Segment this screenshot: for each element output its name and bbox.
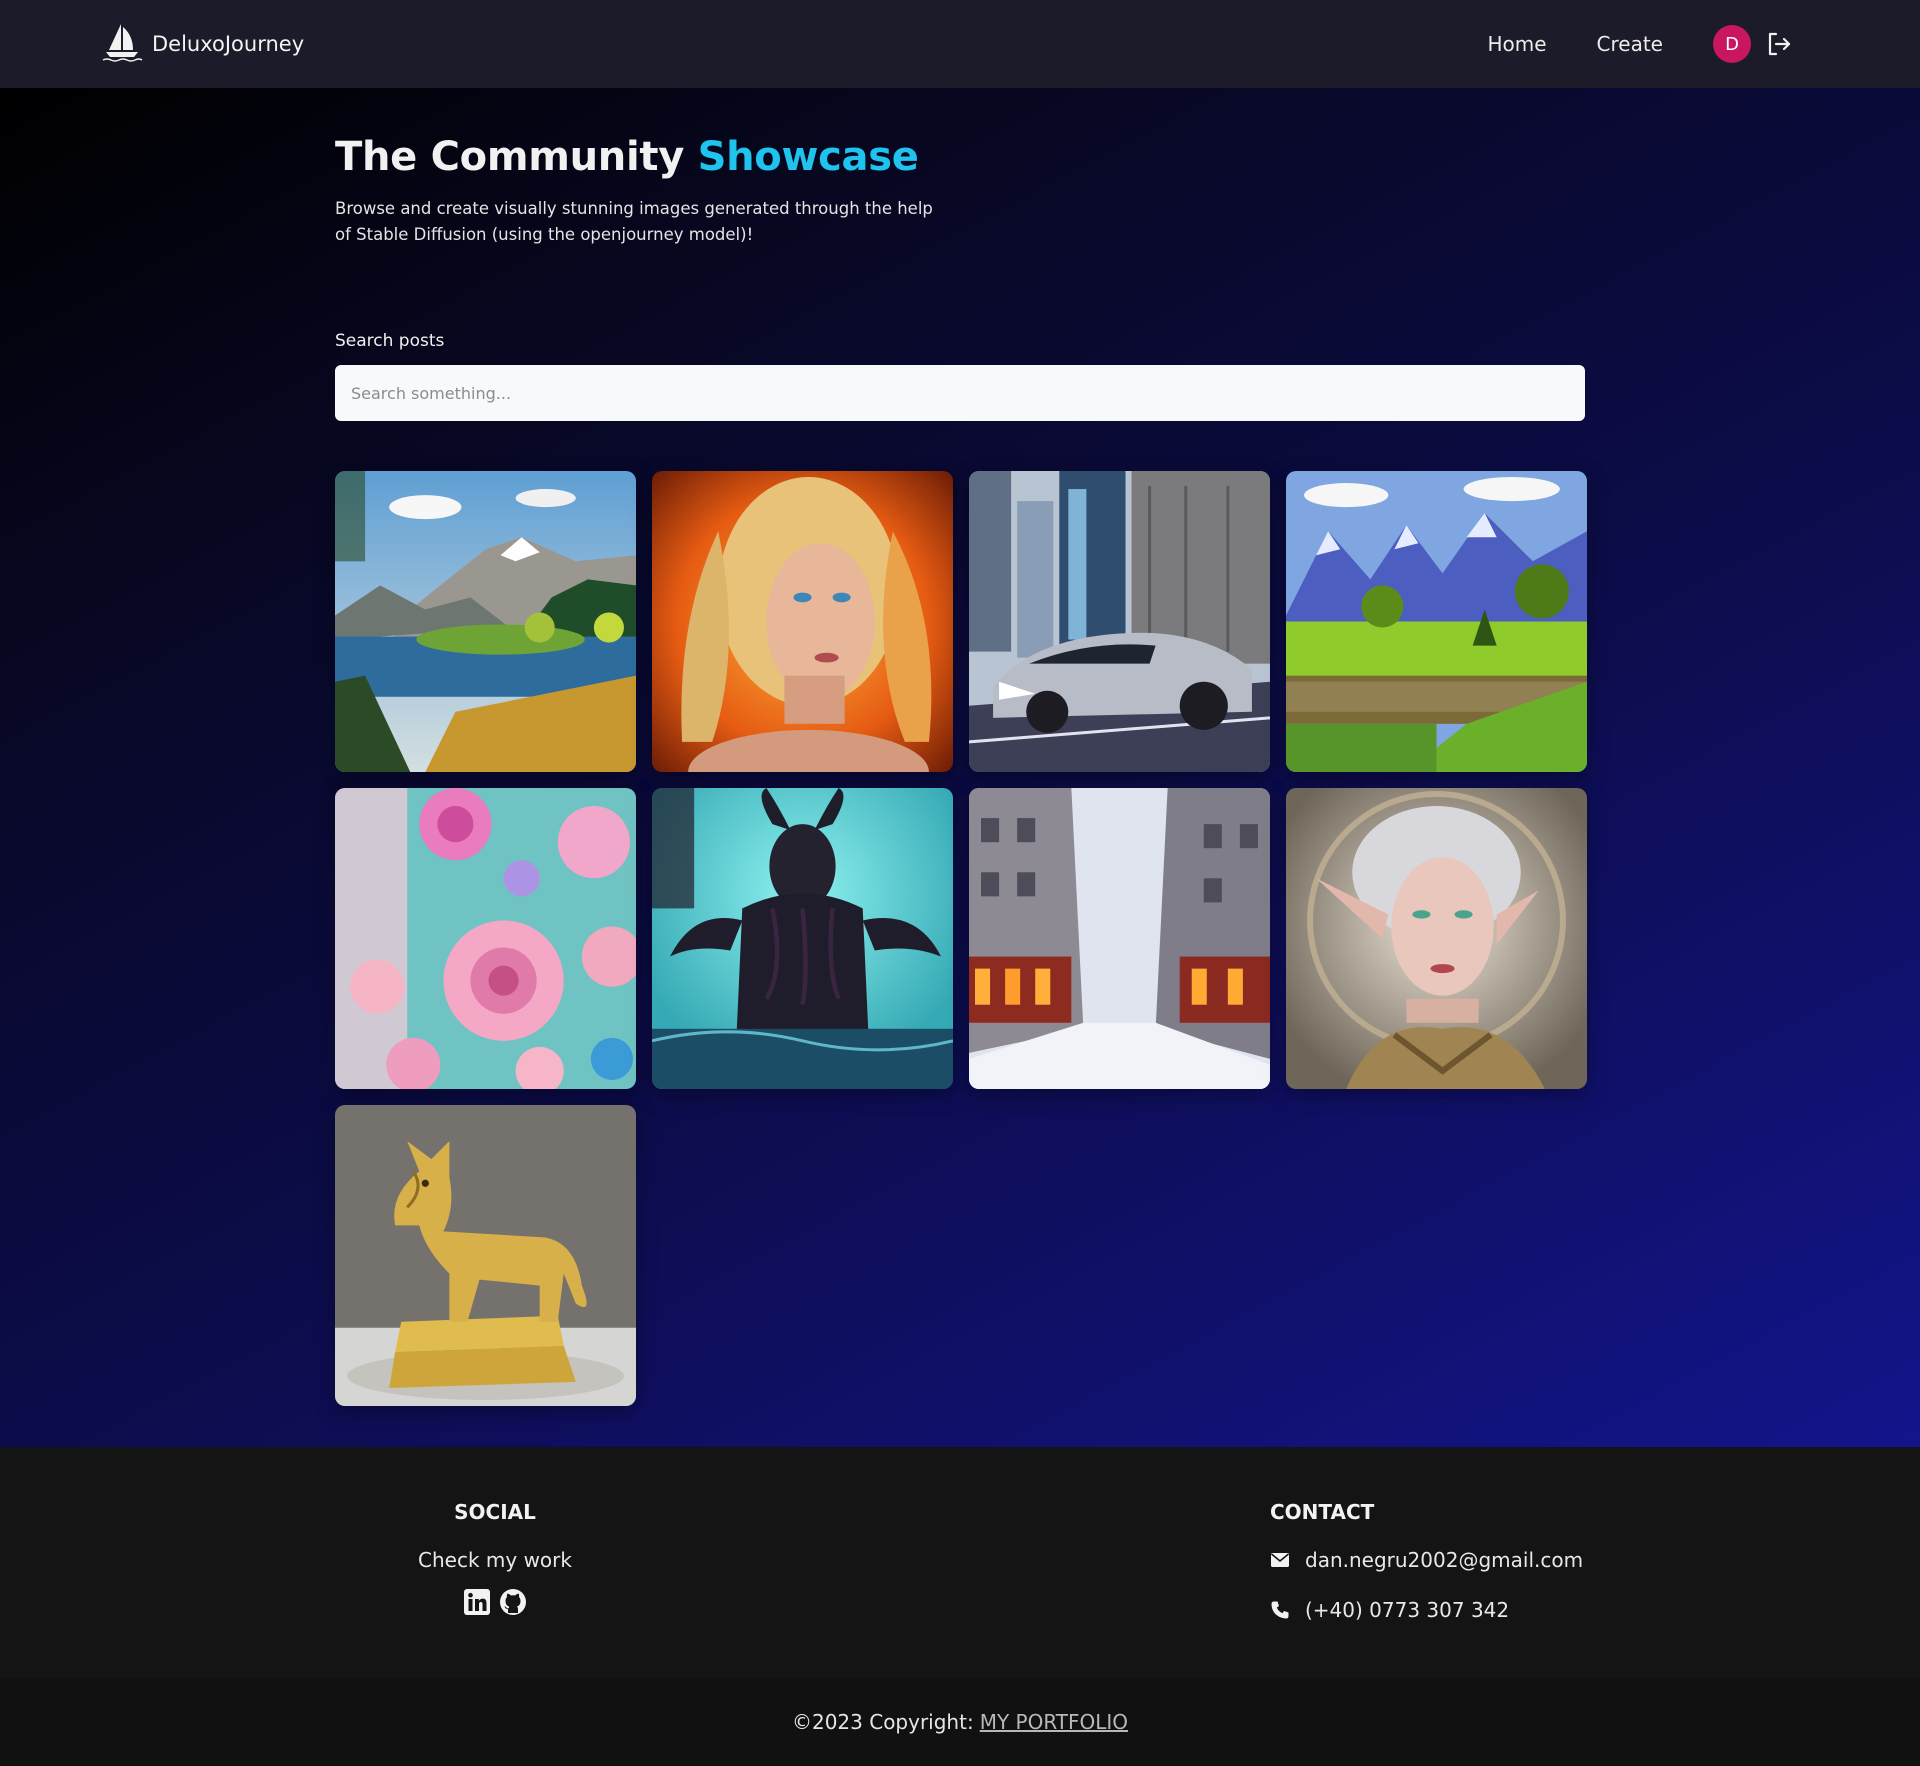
content-container: The Community Showcase Browse and create…	[335, 135, 1587, 1406]
title-accent: Showcase	[697, 134, 919, 180]
linkedin-icon[interactable]	[463, 1588, 491, 1616]
page-title: The Community Showcase	[335, 135, 1585, 179]
nav-menu: Home Create D	[1487, 25, 1793, 63]
sailboat-icon	[100, 20, 144, 68]
image-gallery	[335, 471, 1587, 1406]
nav-home-link[interactable]: Home	[1487, 32, 1546, 56]
copyright-bar: ©2023 Copyright: MY PORTFOLIO	[0, 1678, 1920, 1766]
navbar: DeluxoJourney Home Create D	[0, 0, 1920, 88]
phone-icon	[1270, 1600, 1305, 1620]
elf-portrait-image	[1286, 788, 1587, 1089]
sports-car-image	[969, 471, 1270, 772]
github-icon[interactable]	[499, 1588, 527, 1616]
gallery-card[interactable]	[652, 788, 953, 1089]
pink-roses-image	[335, 788, 636, 1089]
search-input[interactable]	[335, 365, 1585, 421]
gallery-card[interactable]	[1286, 788, 1587, 1089]
copyright-text: ©2023 Copyright:	[791, 1710, 974, 1734]
envelope-icon	[1270, 1550, 1305, 1570]
gallery-card[interactable]	[335, 788, 636, 1089]
social-text: Check my work	[418, 1548, 572, 1572]
portfolio-link[interactable]: MY PORTFOLIO	[980, 1710, 1128, 1734]
contact-email-row: dan.negru2002@gmail.com	[1270, 1548, 1610, 1572]
page-subtitle: Browse and create visually stunning imag…	[335, 199, 933, 244]
mountain-lake-image	[335, 471, 636, 772]
social-heading: SOCIAL	[454, 1500, 536, 1524]
social-icons	[360, 1588, 630, 1616]
contact-phone-row: (+40) 0773 307 342	[1270, 1598, 1610, 1622]
gallery-card[interactable]	[335, 1105, 636, 1406]
contact-heading: CONTACT	[1270, 1500, 1375, 1524]
gallery-card[interactable]	[652, 471, 953, 772]
sea-monster-image	[652, 788, 953, 1089]
brand-name: DeluxoJourney	[152, 32, 305, 56]
mountain-meadow-image	[1286, 471, 1587, 772]
user-avatar[interactable]: D	[1713, 25, 1751, 63]
footer: SOCIAL Check my work CONTACT dan.negru20…	[0, 1447, 1920, 1678]
main-section: The Community Showcase Browse and create…	[0, 88, 1920, 1447]
gallery-card[interactable]	[1286, 471, 1587, 772]
search-label: Search posts	[335, 331, 445, 351]
golden-wolf-image	[335, 1105, 636, 1406]
footer-social-section: SOCIAL Check my work	[360, 1500, 630, 1616]
footer-contact-section: CONTACT dan.negru2002@gmail.com (+40) 07…	[1270, 1500, 1610, 1622]
contact-email[interactable]: dan.negru2002@gmail.com	[1305, 1548, 1583, 1572]
logout-icon[interactable]	[1765, 30, 1793, 58]
nav-create-link[interactable]: Create	[1597, 32, 1663, 56]
gallery-card[interactable]	[969, 788, 1270, 1089]
contact-phone[interactable]: (+40) 0773 307 342	[1305, 1598, 1509, 1622]
gallery-card[interactable]	[969, 471, 1270, 772]
snowy-street-image	[969, 788, 1270, 1089]
gallery-card[interactable]	[335, 471, 636, 772]
title-main: The Community	[335, 134, 684, 180]
brand-link[interactable]: DeluxoJourney	[100, 20, 304, 68]
fire-portrait-image	[652, 471, 953, 772]
